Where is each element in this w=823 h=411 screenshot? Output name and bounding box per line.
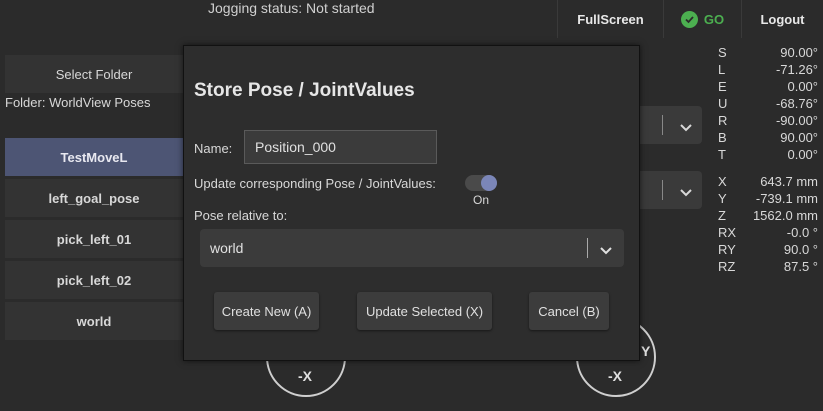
cart-value: 87.5 °	[783, 259, 818, 274]
joint-name: L	[718, 62, 726, 77]
cart-value: 643.7 mm	[760, 174, 818, 189]
pose-relative-label: Pose relative to:	[194, 208, 288, 223]
joint-value: 90.00°	[780, 130, 818, 145]
fullscreen-button[interactable]: FullScreen	[557, 0, 663, 38]
joint-value: -71.26°	[775, 62, 818, 77]
joint-name: R	[718, 113, 728, 128]
divider	[587, 238, 588, 258]
joint-row-e: E 0.00°	[718, 78, 818, 95]
cart-value: -739.1 mm	[755, 191, 818, 206]
cart-row-rx: RX -0.0 °	[718, 224, 818, 241]
chevron-down-icon	[680, 184, 692, 202]
create-new-button[interactable]: Create New (A)	[214, 292, 319, 330]
joint-row-l: L -71.26°	[718, 61, 818, 78]
joint-name: T	[718, 147, 726, 162]
name-label: Name:	[194, 141, 233, 156]
chevron-down-icon	[680, 119, 692, 137]
jogging-status: Jogging status: Not started	[208, 0, 375, 16]
joint-row-b: B 90.00°	[718, 129, 818, 146]
pose-item-world[interactable]: world	[5, 302, 183, 340]
joint-value: 0.00°	[787, 147, 818, 162]
toggle-state-label: On	[473, 193, 490, 207]
store-pose-dialog: Store Pose / JointValues Name: Update co…	[183, 45, 640, 361]
pose-list: TestMoveL left_goal_pose pick_left_01 pi…	[5, 138, 183, 343]
cart-name: RZ	[718, 259, 736, 274]
cart-value: -0.0 °	[786, 225, 818, 240]
jog-label: -X	[298, 368, 312, 384]
cart-row-x: X 643.7 mm	[718, 173, 818, 190]
jog-axis-label: Y	[641, 343, 651, 359]
logout-button[interactable]: Logout	[741, 0, 823, 38]
select-folder-button[interactable]: Select Folder	[5, 55, 183, 93]
folder-label: Folder: WorldView Poses	[5, 95, 151, 110]
update-toggle[interactable]	[465, 175, 497, 191]
cart-name: RY	[718, 242, 736, 257]
pose-item-left-goal-pose[interactable]: left_goal_pose	[5, 179, 183, 217]
joint-row-t: T 0.00°	[718, 146, 818, 163]
background-dropdown-2[interactable]	[640, 171, 702, 209]
cart-name: X	[718, 174, 727, 189]
update-selected-button[interactable]: Update Selected (X)	[357, 292, 492, 330]
background-dropdown-1[interactable]	[640, 106, 702, 144]
pose-item-testmovel[interactable]: TestMoveL	[5, 138, 183, 176]
pose-relative-value: world	[210, 240, 244, 256]
cart-name: RX	[718, 225, 737, 240]
joint-name: B	[718, 130, 727, 145]
joint-value: -68.76°	[775, 96, 818, 111]
chevron-down-icon	[600, 242, 612, 260]
joint-name: E	[718, 79, 727, 94]
joint-name: S	[718, 45, 727, 60]
name-input[interactable]	[244, 130, 437, 164]
cart-value: 1562.0 mm	[752, 208, 818, 223]
cart-name: Z	[718, 208, 726, 223]
toggle-knob	[481, 175, 497, 191]
cart-row-y: Y -739.1 mm	[718, 190, 818, 207]
joint-values: S 90.00° L -71.26° E 0.00° U -68.76° R -90.00…	[718, 44, 818, 163]
joint-value: -90.00°	[775, 113, 818, 128]
cart-row-z: Z 1562.0 mm	[718, 207, 818, 224]
cart-value: 90.0 °	[783, 242, 818, 257]
cartesian-values: X 643.7 mm Y -739.1 mm Z 1562.0 mm RX -0.0 °…	[718, 173, 818, 275]
joint-value: 90.00°	[780, 45, 818, 60]
joint-row-r: R -90.00°	[718, 112, 818, 129]
joint-row-s: S 90.00°	[718, 44, 818, 61]
go-label: GO	[703, 11, 725, 27]
cancel-button[interactable]: Cancel (B)	[529, 292, 609, 330]
cart-row-ry: RY 90.0 °	[718, 241, 818, 258]
jog-label: -X	[608, 368, 622, 384]
joint-row-u: U -68.76°	[718, 95, 818, 112]
pose-item-pick-left-02[interactable]: pick_left_02	[5, 261, 183, 299]
cart-row-rz: RZ 87.5 °	[718, 258, 818, 275]
divider	[662, 115, 663, 135]
pose-item-pick-left-01[interactable]: pick_left_01	[5, 220, 183, 258]
joint-name: U	[718, 96, 728, 111]
cart-name: Y	[718, 191, 727, 206]
divider	[662, 180, 663, 200]
joint-value: 0.00°	[787, 79, 818, 94]
check-icon	[680, 10, 698, 28]
go-button[interactable]: GO	[663, 0, 741, 38]
update-corresponding-label: Update corresponding Pose / JointValues:	[194, 176, 436, 191]
pose-relative-select[interactable]: world	[200, 229, 624, 267]
dialog-title: Store Pose / JointValues	[194, 80, 415, 101]
